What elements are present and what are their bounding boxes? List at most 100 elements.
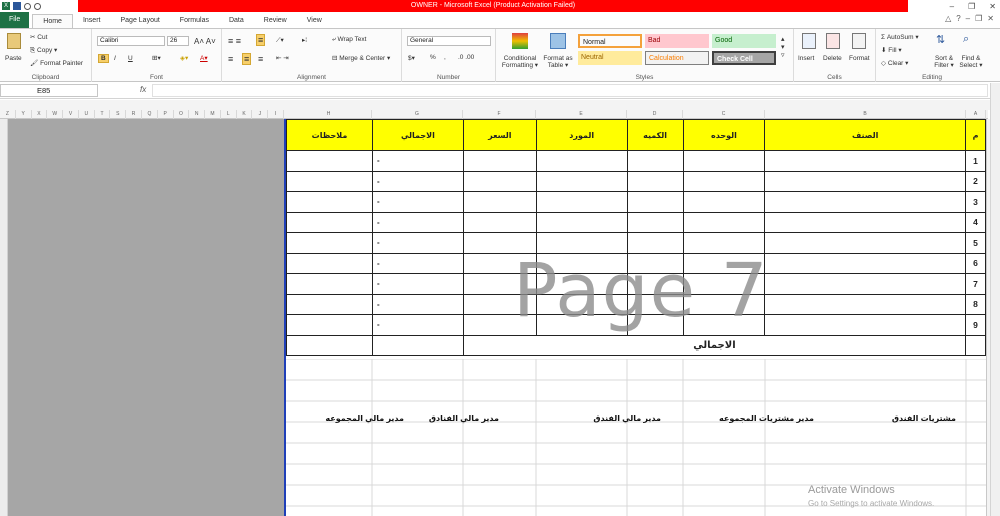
wrap-text-button[interactable]: ⤶ Wrap Text	[332, 36, 366, 44]
table-cell[interactable]	[682, 191, 766, 213]
total-cell[interactable]: -	[371, 150, 464, 172]
format-cells-icon[interactable]	[852, 33, 866, 49]
table-cell[interactable]	[286, 150, 373, 172]
table-cell[interactable]	[626, 191, 684, 213]
table-header-cell[interactable]: المورد	[535, 119, 628, 151]
comma-style-icon[interactable]: ,	[444, 54, 446, 61]
accounting-format-icon[interactable]: $▾	[408, 54, 415, 62]
conditional-formatting-icon[interactable]	[512, 33, 528, 49]
column-header[interactable]: S	[110, 110, 127, 119]
column-header[interactable]: Q	[142, 110, 158, 119]
number-format-select[interactable]: General	[407, 36, 491, 46]
delete-cells-button[interactable]: Delete	[823, 55, 842, 62]
table-cell[interactable]	[286, 191, 373, 213]
format-cells-button[interactable]: Format	[849, 55, 870, 62]
table-header-cell[interactable]: الكميه	[626, 119, 684, 151]
sort-filter-icon[interactable]: ⇅	[936, 33, 950, 49]
italic-button[interactable]: I	[114, 55, 116, 62]
column-header[interactable]: D	[627, 110, 683, 119]
tab-view[interactable]: View	[297, 14, 332, 28]
percent-button[interactable]: %	[430, 54, 436, 61]
restore-icon[interactable]: ❐	[968, 2, 975, 11]
table-cell[interactable]	[626, 150, 684, 172]
table-header-cell[interactable]: السعر	[462, 119, 537, 151]
vertical-scrollbar[interactable]	[990, 83, 1000, 516]
table-cell[interactable]	[626, 211, 684, 233]
insert-function-button[interactable]: fx	[140, 85, 146, 94]
row-number-cell[interactable]: 3	[965, 191, 986, 213]
table-cell[interactable]	[462, 191, 537, 213]
insert-cells-button[interactable]: Insert	[798, 55, 814, 62]
table-header-cell[interactable]: الوحده	[682, 119, 766, 151]
align-right-icon[interactable]: ≡	[258, 54, 263, 64]
table-cell[interactable]	[764, 314, 967, 336]
total-cell[interactable]: -	[371, 191, 464, 213]
row-number-cell[interactable]: 8	[965, 293, 986, 315]
decrease-indent-icon[interactable]: ⇤ ⇥	[276, 54, 289, 62]
total-label-cell[interactable]: الاجمالي	[462, 334, 967, 356]
table-cell[interactable]	[764, 150, 967, 172]
help-icon[interactable]: ?	[956, 14, 960, 23]
table-header-cell[interactable]: ملاحظات	[286, 119, 373, 151]
table-cell[interactable]	[462, 211, 537, 233]
orientation-icon[interactable]: ⟋▾	[276, 36, 284, 45]
signature-label[interactable]: مشتريات الفندق	[892, 414, 956, 423]
style-neutral[interactable]: Neutral	[578, 51, 642, 65]
row-number-cell[interactable]: 6	[965, 252, 986, 274]
grand-total-cell[interactable]	[371, 334, 464, 356]
column-header[interactable]: H	[286, 110, 372, 119]
column-header[interactable]: Z	[0, 110, 16, 119]
cut-button[interactable]: ✂ Cut	[30, 33, 47, 41]
delete-cells-icon[interactable]	[826, 33, 840, 49]
tab-insert[interactable]: Insert	[73, 14, 111, 28]
font-size-select[interactable]: 26	[167, 36, 189, 46]
table-cell[interactable]	[535, 170, 628, 192]
tab-page-layout[interactable]: Page Layout	[110, 14, 169, 28]
style-check-cell[interactable]: Check Cell	[712, 51, 776, 65]
font-name-select[interactable]: Calibri	[97, 36, 165, 46]
row-number-cell[interactable]: 7	[965, 273, 986, 295]
column-header[interactable]: J	[252, 110, 269, 119]
window-restore-icon[interactable]: ❐	[975, 14, 982, 23]
style-normal[interactable]: Normal	[578, 34, 642, 48]
signature-label[interactable]: مدير مالي المجموعه	[325, 414, 404, 423]
table-cell[interactable]	[286, 334, 373, 356]
conditional-formatting-button[interactable]: Conditional Formatting ▾	[499, 55, 541, 69]
column-header[interactable]: R	[126, 110, 142, 119]
tab-file[interactable]: File	[0, 12, 30, 28]
table-cell[interactable]	[535, 211, 628, 233]
total-cell[interactable]: -	[371, 252, 464, 274]
table-cell[interactable]	[286, 170, 373, 192]
table-cell[interactable]	[682, 150, 766, 172]
total-cell[interactable]: -	[371, 293, 464, 315]
row-number-cell[interactable]: 2	[965, 170, 986, 192]
formula-input[interactable]	[152, 84, 988, 97]
table-header-cell[interactable]: الاجمالي	[371, 119, 464, 151]
sort-filter-button[interactable]: Sort & Filter ▾	[932, 55, 956, 69]
table-cell[interactable]	[286, 273, 373, 295]
underline-button[interactable]: U	[128, 55, 133, 62]
bold-button[interactable]: B	[98, 54, 109, 63]
column-header[interactable]: T	[95, 110, 111, 119]
name-box[interactable]: E85	[0, 84, 98, 97]
left-scroll-strip[interactable]	[0, 119, 8, 516]
table-cell[interactable]	[462, 150, 537, 172]
fill-color-icon[interactable]: ◈▾	[180, 54, 188, 62]
column-header[interactable]: L	[221, 110, 237, 119]
window-minimize-icon[interactable]: –	[966, 14, 970, 23]
merge-center-button[interactable]: ⊟ Merge & Center ▾	[332, 54, 390, 62]
table-cell[interactable]	[764, 273, 967, 295]
row-number-cell[interactable]: 1	[965, 150, 986, 172]
close-icon[interactable]: ✕	[989, 2, 996, 11]
total-cell[interactable]: -	[371, 232, 464, 254]
row-number-cell[interactable]: 9	[965, 314, 986, 336]
style-bad[interactable]: Bad	[645, 34, 709, 48]
paste-icon[interactable]	[7, 33, 21, 49]
table-cell[interactable]	[462, 170, 537, 192]
signature-label[interactable]: مدير مشتريات المجموعه	[719, 414, 814, 423]
column-header[interactable]: P	[158, 110, 174, 119]
total-cell[interactable]: -	[371, 211, 464, 233]
increase-decimal-icon[interactable]: .0 .00	[458, 54, 474, 61]
insert-cells-icon[interactable]	[802, 33, 816, 49]
table-cell[interactable]	[764, 191, 967, 213]
